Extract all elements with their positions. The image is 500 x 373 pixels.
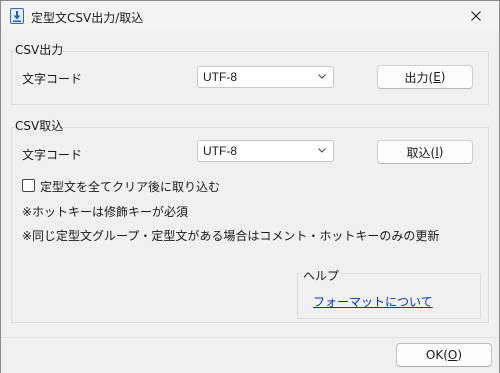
- download-arrow-icon: [10, 8, 24, 24]
- window-title: 定型文CSV出力/取込: [31, 11, 144, 25]
- close-button[interactable]: [453, 1, 499, 31]
- export-button-label: 出力(: [404, 70, 434, 85]
- export-char-code-select[interactable]: UTF-8: [197, 66, 334, 88]
- ok-button-label: OK(: [425, 348, 448, 362]
- format-help-link[interactable]: フォーマットについて: [313, 293, 433, 310]
- close-icon: [471, 11, 481, 21]
- export-char-code-label: 文字コード: [22, 72, 83, 86]
- clear-before-import-checkbox[interactable]: [22, 179, 35, 192]
- export-button-suffix: ): [440, 70, 446, 84]
- title-bar: 定型文CSV出力/取込: [1, 1, 499, 31]
- ok-button[interactable]: OK(O): [396, 343, 492, 367]
- import-char-code-label: 文字コード: [22, 148, 83, 162]
- ok-button-suffix: ): [457, 348, 463, 362]
- clear-before-import-label[interactable]: 定型文を全てクリア後に取り込む: [40, 178, 220, 195]
- import-button-label: 取込(: [406, 145, 436, 160]
- export-button[interactable]: 出力(E): [377, 65, 473, 89]
- hotkey-note: ※ホットキーは修飾キーが必須: [22, 205, 189, 219]
- export-group-title: CSV出力: [15, 41, 64, 58]
- import-button[interactable]: 取込(I): [377, 140, 473, 164]
- export-char-code-value: UTF-8: [203, 70, 237, 84]
- import-button-suffix: ): [438, 145, 444, 159]
- ok-button-key: O: [447, 348, 458, 362]
- export-button-key: E: [433, 70, 441, 84]
- help-title: ヘルプ: [301, 267, 342, 284]
- duplicate-update-note: ※同じ定型文グループ・定型文がある場合はコメント・ホットキーのみの更新: [22, 229, 440, 243]
- chevron-down-icon: [318, 148, 326, 153]
- chevron-down-icon: [318, 74, 326, 79]
- import-char-code-value: UTF-8: [203, 144, 237, 158]
- dialog-window: 定型文CSV出力/取込 CSV出力 文字コード UTF-8 出力(E) CSV取…: [0, 0, 500, 373]
- import-group-title: CSV取込: [15, 117, 64, 134]
- import-char-code-select[interactable]: UTF-8: [197, 140, 334, 162]
